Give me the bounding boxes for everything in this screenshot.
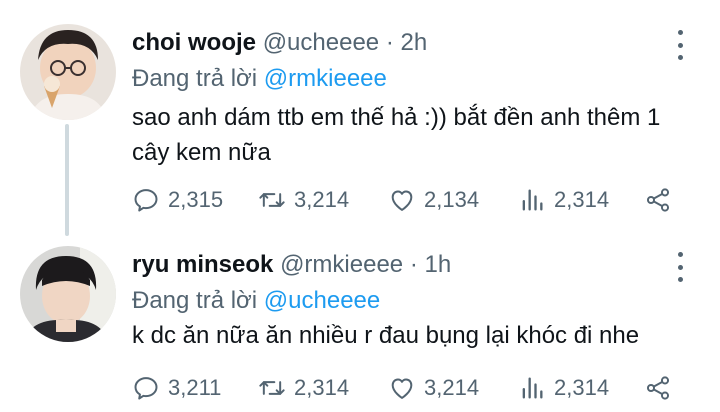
like-icon: [391, 378, 413, 399]
share-icon: [646, 188, 670, 212]
separator-dot: ·: [385, 29, 394, 56]
like-button[interactable]: 3,214: [388, 368, 479, 408]
display-name[interactable]: ryu minseok: [132, 251, 273, 278]
tweet-text: k dc ăn nữa ăn nhiều r đau bụng lại khóc…: [132, 322, 640, 349]
tweet-header: choi wooje @ucheeee · 2h: [132, 26, 427, 60]
retweet-count: 2,314: [294, 375, 350, 400]
timestamp[interactable]: 2h: [400, 29, 427, 56]
like-button[interactable]: 2,134: [388, 180, 479, 220]
replying-to-handle[interactable]: @rmkieeee: [264, 65, 387, 92]
retweet-button[interactable]: 3,214: [258, 180, 349, 220]
replying-to-label: Đang trả lời: [132, 287, 258, 314]
views-count: 2,314: [554, 187, 610, 212]
action-bar: 3,211 2,314 3,214 2,314: [132, 368, 692, 408]
tweet[interactable]: choi wooje @ucheeee · 2h Đang trả lời @r…: [0, 0, 720, 236]
views-count: 2,314: [554, 375, 610, 400]
reply-icon: [134, 377, 158, 400]
replying-to: Đang trả lời @rmkieeee: [132, 62, 387, 96]
like-count: 3,214: [424, 375, 480, 400]
retweet-icon: [259, 193, 285, 207]
reply-icon: [134, 189, 158, 212]
display-name[interactable]: choi wooje: [132, 29, 256, 56]
avatar[interactable]: [20, 24, 116, 120]
views-icon: [522, 377, 543, 399]
like-icon: [391, 190, 413, 211]
tweet[interactable]: ryu minseok @rmkieeee · 1h Đang trả lời …: [0, 228, 720, 412]
tweet-header: ryu minseok @rmkieeee · 1h: [132, 248, 451, 282]
separator-dot: ·: [409, 251, 418, 278]
more-icon[interactable]: [672, 252, 688, 282]
tweet-text: sao anh dám ttb em thế hả :)) bắt đền an…: [132, 104, 661, 166]
replying-to: Đang trả lời @ucheeee: [132, 284, 380, 318]
retweet-icon: [259, 381, 285, 395]
avatar[interactable]: [20, 246, 116, 342]
share-icon: [646, 376, 670, 400]
reply-count: 2,315: [168, 187, 224, 212]
views-button[interactable]: 2,314: [518, 368, 609, 408]
more-icon[interactable]: [672, 30, 688, 60]
reply-count: 3,211: [168, 375, 222, 400]
retweet-button[interactable]: 2,314: [258, 368, 349, 408]
views-button[interactable]: 2,314: [518, 180, 609, 220]
views-icon: [522, 189, 543, 211]
replying-to-handle[interactable]: @ucheeee: [264, 287, 380, 314]
action-bar: 2,315 3,214 2,134 2,314: [132, 180, 692, 220]
timestamp[interactable]: 1h: [424, 251, 451, 278]
thread-line: [65, 124, 69, 236]
replying-to-label: Đang trả lời: [132, 65, 258, 92]
retweet-count: 3,214: [294, 187, 350, 212]
like-count: 2,134: [424, 187, 480, 212]
user-handle[interactable]: @rmkieeee: [280, 251, 403, 278]
reply-button[interactable]: 2,315: [132, 180, 223, 220]
reply-button[interactable]: 3,211: [132, 368, 221, 408]
share-button[interactable]: [644, 368, 672, 408]
share-button[interactable]: [644, 180, 672, 220]
user-handle[interactable]: @ucheeee: [263, 29, 379, 56]
